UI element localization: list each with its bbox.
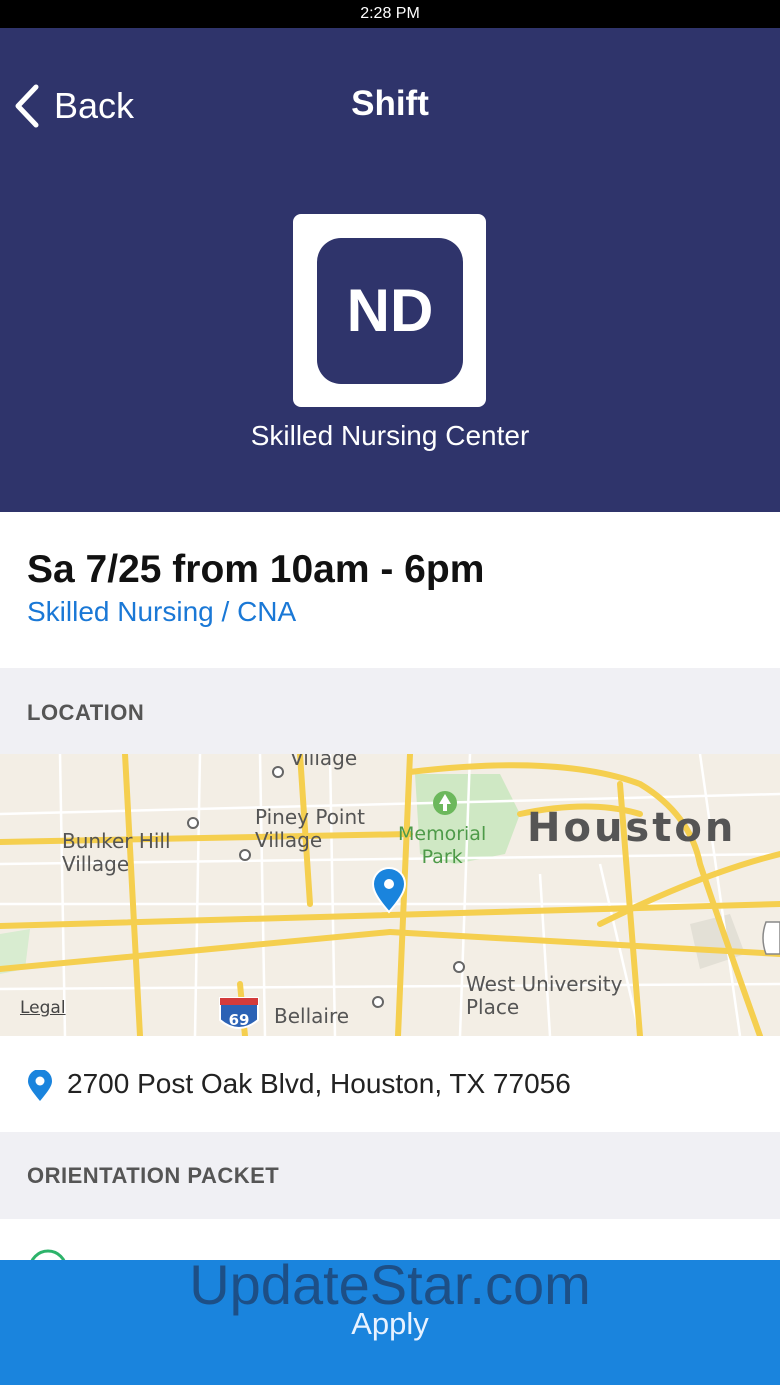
orientation-section-title: ORIENTATION PACKET bbox=[27, 1163, 280, 1188]
svg-text:ND: ND bbox=[346, 281, 433, 341]
address-row[interactable]: 2700 Post Oak Blvd, Houston, TX 77056 bbox=[0, 1036, 780, 1132]
apply-button[interactable]: Apply bbox=[0, 1260, 780, 1385]
logo-badge: ND bbox=[316, 237, 463, 384]
facility-name: Skilled Nursing Center bbox=[250, 420, 530, 451]
map-label-bunker-hill: Bunker Hill Village bbox=[62, 829, 171, 876]
map-label-village: Village bbox=[290, 754, 358, 770]
map-legal-link[interactable]: Legal bbox=[20, 997, 66, 1020]
location-section-title: LOCATION bbox=[27, 700, 145, 725]
map-label-bellaire: Bellaire bbox=[274, 1004, 350, 1028]
location-pin-icon bbox=[28, 1070, 52, 1101]
logo-glyph: ND bbox=[346, 281, 433, 341]
orientation-packet-row[interactable] bbox=[0, 1219, 780, 1289]
facility-logo: ND bbox=[293, 214, 486, 407]
shift-info: Sa 7/25 from 10am - 6pm Skilled Nursing … bbox=[0, 512, 780, 668]
shift-role-link[interactable]: Skilled Nursing / CNA bbox=[27, 596, 296, 628]
status-bar: 2:28 PM bbox=[0, 0, 780, 28]
map-label-houston: Houston bbox=[527, 805, 737, 851]
header: Back Shift ND Skilled Nursing Center bbox=[0, 28, 780, 512]
map-label-memorial-park: Memorial Park bbox=[398, 823, 487, 868]
map-canvas bbox=[0, 754, 780, 1036]
status-time: 2:28 PM bbox=[360, 5, 420, 22]
location-map[interactable]: Village Piney Point Village Bunker Hill … bbox=[0, 754, 780, 1036]
apply-label: Apply bbox=[351, 1306, 429, 1341]
map-label-69: 69 bbox=[228, 1011, 250, 1029]
orientation-section-header: ORIENTATION PACKET bbox=[0, 1132, 780, 1219]
address-text: 2700 Post Oak Blvd, Houston, TX 77056 bbox=[67, 1068, 571, 1099]
map-label-piney-point: Piney Point Village bbox=[255, 805, 366, 852]
map-label-west-university: West University Place bbox=[466, 972, 623, 1019]
map-pin-icon bbox=[371, 867, 407, 914]
location-section-header: LOCATION bbox=[0, 668, 780, 754]
page-title: Shift bbox=[351, 84, 429, 123]
shift-time: Sa 7/25 from 10am - 6pm bbox=[27, 548, 485, 591]
